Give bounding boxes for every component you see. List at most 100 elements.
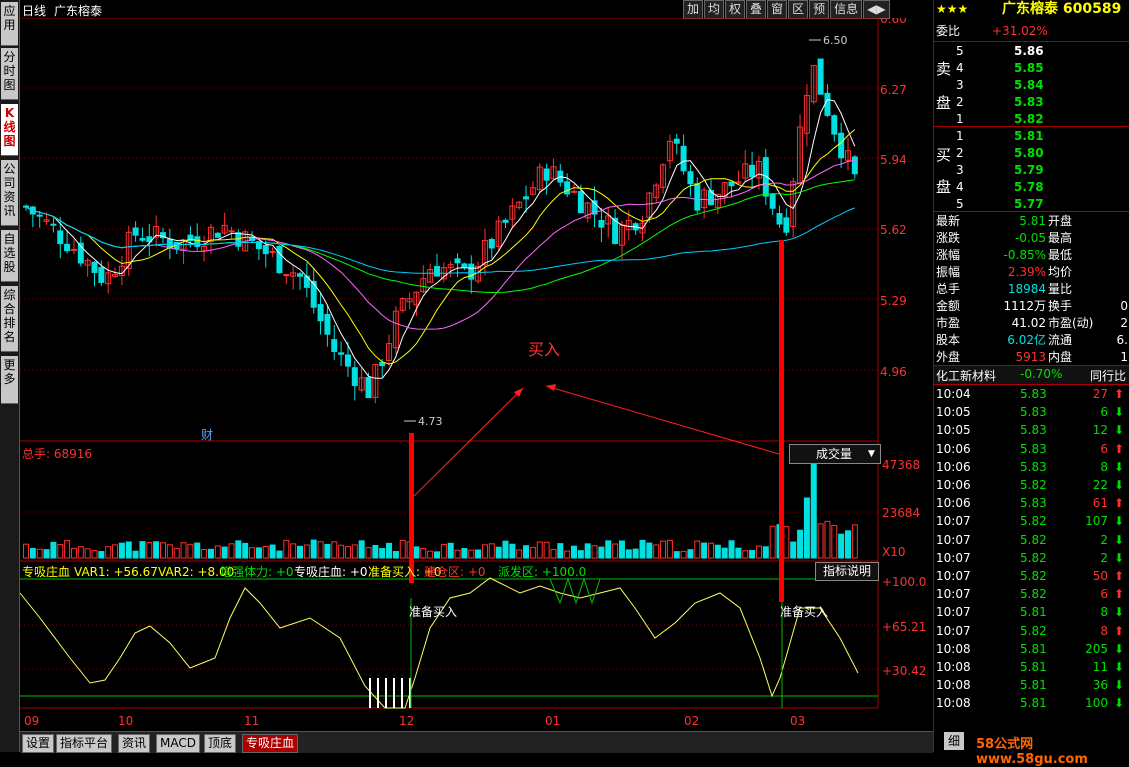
volume-bar [262,545,269,559]
tick-time: 10:07 [936,514,971,529]
candle-body [228,230,235,233]
volume-bar [290,543,297,559]
tab-ranking[interactable]: 综合排名 [1,286,18,352]
volume-bar [454,549,461,559]
tab-apps[interactable]: 应用 [1,2,18,46]
finance-mark[interactable]: 财 [201,428,213,442]
volume-bar [173,547,180,559]
add-button[interactable]: 加 [683,0,704,19]
volume-bar [577,550,584,559]
candle-body [571,190,577,193]
sector-compare[interactable]: 同行比 [1090,367,1126,384]
volume-bar [598,546,605,559]
tab-zxzx[interactable]: 专吸庄血 [242,734,299,753]
volume-bar [132,550,139,559]
bid-price: 5.80 [1014,146,1044,160]
volume-bar [584,543,591,559]
info-button[interactable]: 信息 [830,0,863,19]
volume-bar [77,546,84,559]
tick-row: 10:07 5.82 50 ⬆ [934,567,1129,585]
tab-kline[interactable]: K线图 [1,104,18,156]
volume-bar [50,541,57,559]
stat-label: 涨跌 [936,231,961,245]
tab-top-bottom[interactable]: 顶底 [204,734,237,753]
month-label: 11 [244,714,259,728]
window-button[interactable]: 窗 [767,0,788,19]
ask-row: 3 5.84 [934,76,1129,94]
arrow-down-icon: ⬇ [1113,696,1124,711]
tick-price: 5.82 [1020,532,1047,547]
volume-bar [618,540,625,559]
stat-row: 涨跌 -0.05 最高 [934,229,1129,247]
range-button[interactable]: 区 [788,0,809,19]
stat-value: 6. [1116,333,1128,347]
tab-macd[interactable]: MACD [156,734,200,753]
arrow-down-icon: ⬇ [1113,478,1124,492]
candle-body [468,263,475,280]
arrow-line [545,385,780,455]
volume-bar [666,539,673,559]
stat-row: 金额 1112万 换手 0 [934,297,1129,315]
volume-bar [803,497,810,559]
volume-bar [297,545,303,559]
tab-indicator-platform[interactable]: 指标平台 [56,734,113,753]
quote-title: 广东榕泰 600589 [1002,1,1122,17]
stat-label: 最低 [1048,248,1073,262]
tab-watchlist[interactable]: 自选股 [1,230,18,282]
volume-bar [509,543,516,559]
detail-tab[interactable]: 细 [944,732,964,750]
tick-volume: 205 [1085,641,1108,656]
volume-bar [550,548,557,559]
volume-bar [201,549,208,559]
tick-volume: 8 [1100,605,1108,620]
stat-label: 市盈 [936,316,961,330]
tab-company-info[interactable]: 公司资讯 [1,160,18,226]
tick-row: 10:05 5.83 12 ⬇ [934,421,1129,439]
ask-price: 5.86 [1014,44,1044,58]
kline-chart[interactable]: 6.60 6.27 5.94 5.62 5.29 4.96 6.50 4.73 … [20,18,933,731]
tab-more[interactable]: 更多 [1,356,18,404]
indicator-tick: +65.21 [882,620,926,634]
candle-body [297,273,303,277]
volume-bar [769,525,776,559]
candle-body [543,168,550,181]
playback-button[interactable]: ◀▶ [863,0,890,19]
bid-price: 5.81 [1014,129,1044,143]
candle-body [523,196,530,200]
period-label[interactable]: 日线 [22,2,46,19]
overlay-button[interactable]: 叠 [746,0,767,19]
indicator-var1-line [20,577,859,709]
stat-label: 均价 [1048,265,1073,279]
volume-bar [680,550,687,559]
tab-intraday[interactable]: 分时图 [1,48,18,100]
indicator-name[interactable]: 专吸庄血 [22,564,70,579]
tick-time: 10:07 [936,532,971,547]
volume-tick: 47368 [882,458,920,472]
stat-row: 外盘 5913 内盘 1 [934,348,1129,366]
volume-indicator-select[interactable]: 成交量 ▼ [789,444,881,464]
volume-bar [331,541,338,559]
tick-row: 10:06 5.82 22 ⬇ [934,476,1129,494]
buy-annotation: 买入 [528,340,560,359]
tick-row: 10:06 5.83 6 ⬆ [934,440,1129,458]
stat-row: 总手 18984 量比 [934,280,1129,298]
volume-bar [43,549,50,559]
volume-total-label: 总手: 68916 [22,447,92,461]
volume-bar [221,546,228,559]
month-label: 03 [790,714,805,728]
volume-bar [831,525,838,559]
tab-settings[interactable]: 设置 [22,734,55,753]
alert-button[interactable]: 预 [809,0,830,19]
volume-bar [194,542,201,559]
volume-bar [29,547,36,559]
volume-bar [529,546,536,559]
candle-body [235,232,242,247]
sector-row[interactable]: 化工新材料 -0.70% 同行比 [934,365,1129,385]
volume-bar [461,548,468,559]
average-button[interactable]: 均 [704,0,725,19]
indicator-help-button[interactable]: 指标说明 [815,562,879,581]
rights-button[interactable]: 权 [725,0,746,19]
tab-news[interactable]: 资讯 [118,734,151,753]
tick-price: 5.83 [1020,441,1047,456]
arrow-down-icon: ⬇ [1113,405,1124,420]
